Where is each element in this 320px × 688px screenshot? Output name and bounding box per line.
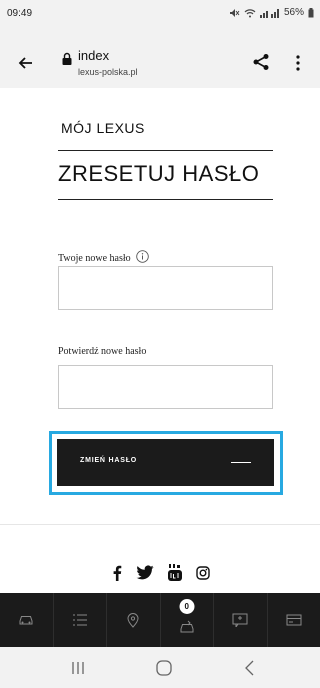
notification-badge: 0 bbox=[179, 599, 195, 614]
brand-heading: MÓJ LEXUS bbox=[61, 120, 145, 136]
nav-service[interactable]: 0 bbox=[161, 593, 214, 647]
recent-apps-icon[interactable] bbox=[68, 659, 88, 677]
battery-level: 56% bbox=[283, 7, 304, 18]
new-password-label-row: Twoje nowe hasło bbox=[58, 250, 149, 266]
new-password-label: Twoje nowe hasło bbox=[58, 252, 131, 264]
confirm-password-input[interactable] bbox=[58, 365, 273, 409]
dash-icon bbox=[231, 462, 251, 463]
nav-car[interactable] bbox=[0, 593, 54, 647]
list-icon bbox=[72, 614, 88, 626]
url-domain[interactable]: lexus-polska.pl bbox=[78, 67, 138, 77]
location-pin-icon bbox=[127, 612, 139, 628]
system-nav-bar bbox=[0, 647, 320, 688]
confirm-password-label: Potwierdź nowe hasło bbox=[58, 346, 147, 357]
social-links bbox=[112, 564, 210, 581]
status-time: 09:49 bbox=[7, 8, 33, 19]
share-icon[interactable] bbox=[252, 53, 270, 71]
page-content: MÓJ LEXUS ZRESETUJ HASŁO Twoje nowe hasł… bbox=[0, 88, 320, 593]
service-car-icon bbox=[179, 620, 195, 634]
nav-chat[interactable] bbox=[214, 593, 268, 647]
nav-card[interactable] bbox=[268, 593, 320, 647]
youtube-icon[interactable] bbox=[168, 564, 182, 581]
wifi-icon bbox=[244, 8, 256, 18]
home-icon[interactable] bbox=[154, 659, 174, 677]
divider-bottom bbox=[58, 199, 273, 200]
back-arrow-icon[interactable] bbox=[16, 53, 36, 73]
mute-icon bbox=[229, 8, 240, 18]
system-back-icon[interactable] bbox=[240, 659, 260, 677]
nav-location[interactable] bbox=[107, 593, 161, 647]
screen: 09:49 56% index lexus-polska.pl MÓJ LEXU… bbox=[0, 0, 320, 688]
card-icon bbox=[286, 614, 302, 626]
page-title: ZRESETUJ HASŁO bbox=[58, 161, 260, 186]
instagram-icon[interactable] bbox=[196, 565, 210, 580]
twitter-icon[interactable] bbox=[136, 565, 154, 580]
battery-icon bbox=[308, 7, 314, 18]
lock-icon bbox=[62, 52, 72, 65]
new-password-input[interactable] bbox=[58, 266, 273, 310]
chat-icon bbox=[232, 613, 248, 627]
divider-top bbox=[58, 150, 273, 151]
car-icon bbox=[18, 614, 34, 626]
nav-list[interactable] bbox=[54, 593, 107, 647]
change-password-button-label: ZMIEŃ HASŁO bbox=[80, 457, 138, 464]
more-options-icon[interactable] bbox=[290, 53, 306, 73]
status-bar: 09:49 56% bbox=[0, 0, 320, 26]
browser-toolbar: index lexus-polska.pl bbox=[0, 26, 320, 88]
status-icons: 56% bbox=[229, 7, 314, 18]
signal-icon bbox=[259, 8, 280, 18]
section-divider bbox=[0, 524, 320, 525]
facebook-icon[interactable] bbox=[112, 565, 122, 581]
app-bottom-nav: 0 bbox=[0, 593, 320, 647]
change-password-button[interactable]: ZMIEŃ HASŁO bbox=[57, 439, 274, 486]
page-title-url[interactable]: index bbox=[78, 48, 109, 63]
info-icon[interactable] bbox=[135, 250, 149, 266]
